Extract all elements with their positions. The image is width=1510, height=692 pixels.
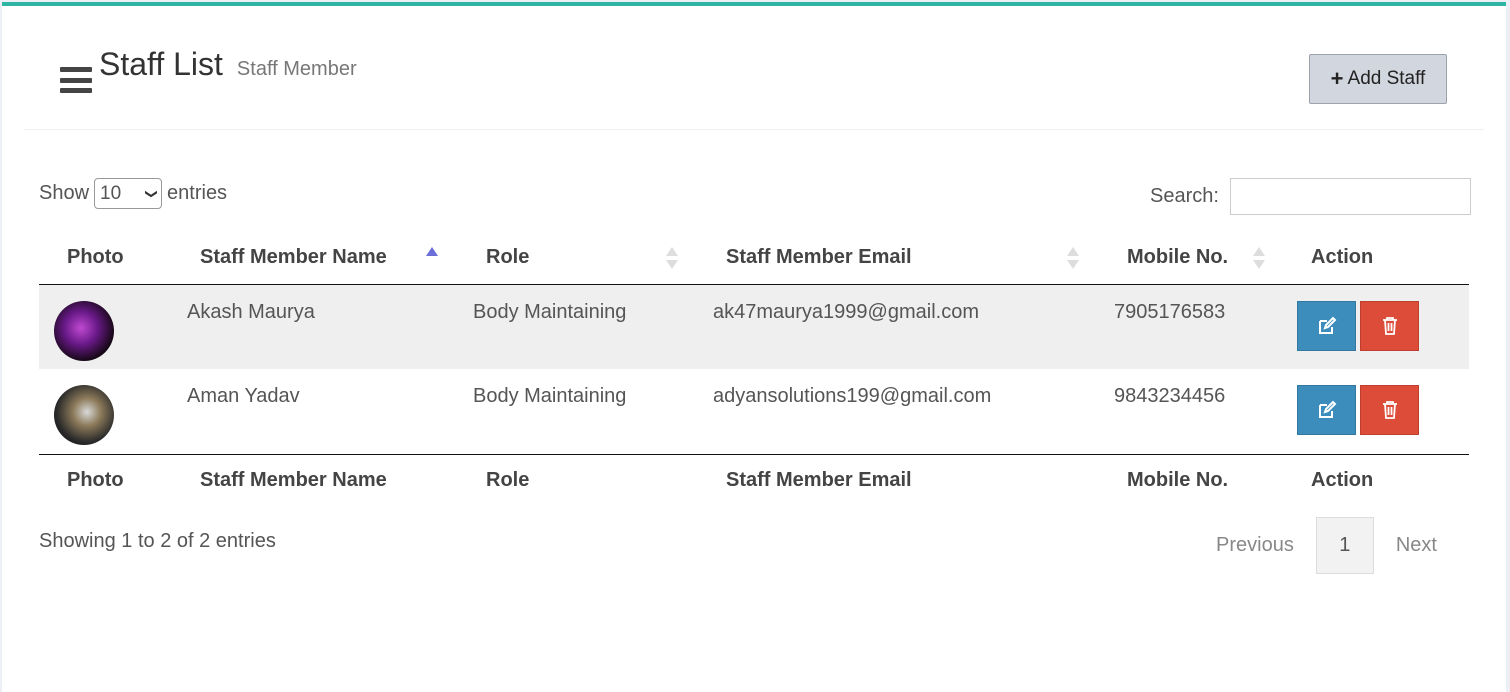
- column-header-email-label: Staff Member Email: [726, 246, 912, 269]
- staff-list-panel: Staff List Staff Member + Add Staff Show…: [2, 2, 1506, 692]
- column-header-mobile-label: Mobile No.: [1127, 246, 1229, 269]
- sort-icon: [666, 247, 678, 269]
- search-input[interactable]: [1229, 178, 1471, 215]
- action-cell: [1285, 284, 1469, 369]
- trash-icon: [1382, 401, 1397, 419]
- page-subtitle: Staff Member: [236, 58, 357, 80]
- chevron-down-icon: ❮: [143, 188, 157, 199]
- table-header-row: Photo Staff Member Name Role Staff Membe…: [39, 232, 1469, 284]
- add-staff-button[interactable]: + Add Staff: [1309, 54, 1447, 104]
- table-row: Aman Yadav Body Maintaining adyansolutio…: [39, 369, 1469, 454]
- column-header-role-label: Role: [486, 246, 530, 269]
- entries-select[interactable]: 10 ❮: [94, 178, 163, 209]
- page-title: Staff List: [99, 46, 223, 82]
- table-row: Akash Maurya Body Maintaining ak47maurya…: [39, 284, 1469, 369]
- show-label: Show: [39, 182, 90, 204]
- footer-header-action: Action: [1311, 468, 1374, 491]
- search-label: Search:: [1150, 185, 1219, 207]
- trash-icon: [1382, 316, 1397, 335]
- menu-icon[interactable]: [60, 67, 92, 93]
- role-cell: Body Maintaining: [473, 300, 627, 323]
- column-header-mobile[interactable]: Mobile No.: [1099, 232, 1285, 284]
- next-page-button[interactable]: Next: [1374, 517, 1459, 574]
- edit-button[interactable]: [1297, 385, 1356, 435]
- search-control: Search:: [1150, 178, 1471, 215]
- role-cell: Body Maintaining: [473, 385, 627, 407]
- title-group: Staff List Staff Member: [60, 46, 357, 96]
- name-cell: Akash Maurya: [187, 300, 315, 323]
- entries-length-control: Show 10 ❮ entries: [39, 178, 227, 209]
- footer-header-email: Staff Member Email: [726, 468, 912, 491]
- table-footer-row: Photo Staff Member Name Role Staff Membe…: [39, 454, 1469, 506]
- email-cell: ak47maurya1999@gmail.com: [713, 300, 979, 323]
- email-cell: adyansolutions199@gmail.com: [713, 385, 992, 407]
- table-info: Showing 1 to 2 of 2 entries: [39, 530, 276, 552]
- mobile-cell: 7905176583: [1114, 300, 1226, 323]
- entries-select-value: 10: [100, 182, 122, 204]
- plus-icon: +: [1330, 66, 1344, 91]
- edit-icon: [1318, 316, 1336, 334]
- panel-header: Staff List Staff Member + Add Staff: [24, 6, 1484, 130]
- entries-label: entries: [167, 182, 228, 204]
- footer-header-role: Role: [486, 468, 530, 491]
- delete-button[interactable]: [1360, 385, 1419, 435]
- name-cell: Aman Yadav: [187, 385, 300, 407]
- page-1-button[interactable]: 1: [1315, 517, 1374, 574]
- sort-ascending-icon: [426, 247, 438, 269]
- sort-icon: [1067, 247, 1079, 269]
- column-header-action: Action: [1311, 246, 1374, 269]
- pagination: Previous 1 Next: [1194, 517, 1459, 574]
- avatar: [54, 385, 114, 445]
- avatar: [54, 300, 114, 361]
- mobile-cell: 9843234456: [1114, 385, 1226, 407]
- photo-cell: [39, 284, 172, 369]
- sort-icon: [1253, 247, 1265, 269]
- staff-table: Photo Staff Member Name Role Staff Membe…: [39, 232, 1469, 506]
- column-header-name-label: Staff Member Name: [200, 246, 387, 269]
- edit-icon: [1318, 400, 1336, 418]
- column-header-name[interactable]: Staff Member Name: [172, 232, 458, 284]
- footer-header-photo: Photo: [67, 468, 124, 491]
- photo-cell: [39, 369, 172, 454]
- add-staff-label: Add Staff: [1347, 68, 1426, 89]
- delete-button[interactable]: [1360, 300, 1419, 351]
- column-header-photo: Photo: [67, 246, 124, 269]
- action-cell: [1285, 369, 1469, 454]
- footer-header-name: Staff Member Name: [200, 468, 387, 491]
- edit-button[interactable]: [1297, 300, 1356, 351]
- previous-page-button[interactable]: Previous: [1194, 517, 1316, 574]
- column-header-role[interactable]: Role: [458, 232, 698, 284]
- footer-header-mobile: Mobile No.: [1127, 468, 1229, 491]
- column-header-email[interactable]: Staff Member Email: [698, 232, 1099, 284]
